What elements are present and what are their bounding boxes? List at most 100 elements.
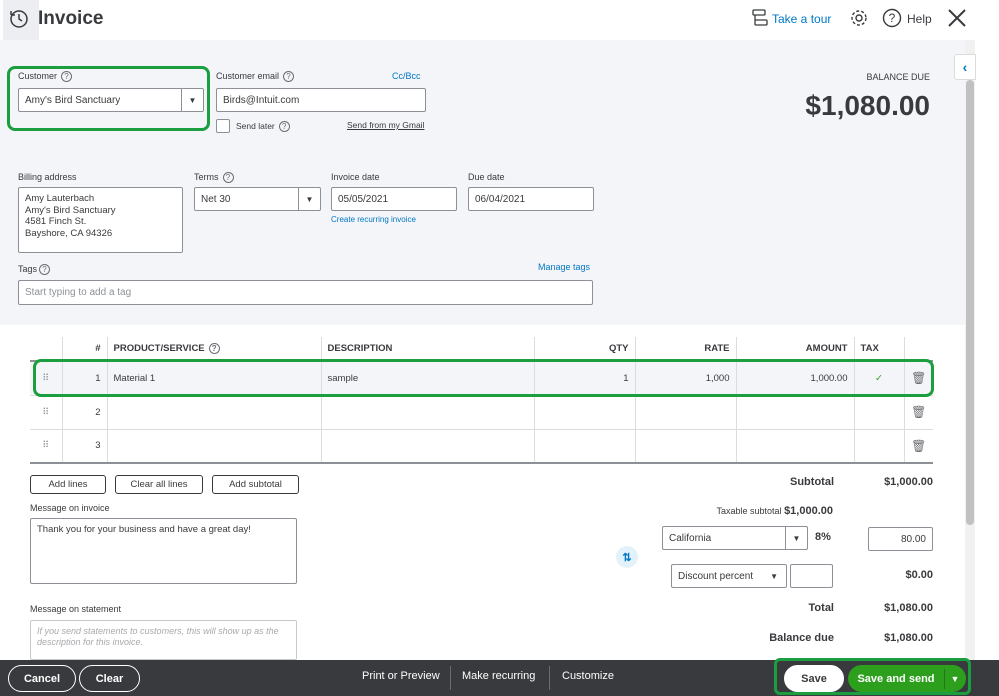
clear-all-lines-button[interactable]: Clear all lines: [115, 475, 203, 494]
message-invoice-field[interactable]: Thank you for your business and have a g…: [30, 518, 297, 584]
drag-col-header: [30, 337, 63, 362]
qty-cell[interactable]: [534, 395, 636, 430]
chevron-down-icon[interactable]: ▼: [785, 527, 807, 549]
take-a-tour-link[interactable]: Take a tour: [772, 12, 831, 26]
invoice-date-label: Invoice date: [331, 172, 380, 182]
total-label: Total: [808, 602, 834, 614]
chevron-down-icon[interactable]: ▼: [770, 572, 778, 581]
taxable-subtotal-label: Taxable subtotal: [716, 506, 782, 516]
header-bar: Invoice Take a tour ? Help: [0, 0, 999, 40]
email-label: Customer email: [216, 71, 280, 81]
invoice-date-field[interactable]: 05/05/2021: [331, 187, 457, 211]
save-and-send-button[interactable]: Save and send: [848, 673, 944, 685]
amount-cell[interactable]: [736, 395, 855, 430]
gear-icon[interactable]: [849, 8, 869, 28]
tax-cell[interactable]: [854, 395, 905, 430]
tax-rate-select[interactable]: California ▼: [662, 526, 808, 550]
tax-region-value: California: [669, 532, 712, 544]
add-subtotal-button[interactable]: Add subtotal: [212, 475, 299, 494]
tax-cell[interactable]: [854, 429, 905, 464]
tags-input[interactable]: Start typing to add a tag: [18, 280, 593, 305]
print-preview-link[interactable]: Print or Preview: [362, 670, 440, 682]
description-cell[interactable]: [321, 429, 535, 464]
table-row[interactable]: ⠿ 2 🗑: [30, 395, 933, 430]
amount-header: AMOUNT: [736, 337, 855, 362]
rate-cell[interactable]: [635, 395, 737, 430]
close-icon[interactable]: [947, 8, 967, 28]
qty-header: QTY: [534, 337, 636, 362]
table-row[interactable]: ⠿ 3 🗑: [30, 429, 933, 464]
help-icon[interactable]: ?: [882, 8, 902, 28]
invoice-date-value: 05/05/2021: [338, 193, 389, 205]
table-header-row: # PRODUCT/SERVICE? DESCRIPTION QTY RATE …: [30, 337, 933, 362]
email-field[interactable]: Birds@Intuit.com: [216, 88, 426, 112]
amount-cell[interactable]: [736, 429, 855, 464]
svg-text:?: ?: [889, 11, 896, 25]
send-gmail-link[interactable]: Send from my Gmail: [347, 120, 424, 130]
footer-divider: [450, 666, 451, 690]
message-statement-field[interactable]: If you send statements to customers, thi…: [30, 620, 297, 660]
send-later-help-icon[interactable]: ?: [278, 121, 290, 133]
save-and-send-group: Save and send ▼: [848, 665, 966, 692]
add-lines-button[interactable]: Add lines: [30, 475, 106, 494]
invoice-page: Invoice Take a tour ? Help ‹ Customer? A…: [0, 0, 999, 696]
ccbcc-link[interactable]: Cc/Bcc: [392, 71, 421, 81]
create-recurring-link[interactable]: Create recurring invoice: [331, 215, 416, 224]
tags-help-icon[interactable]: ?: [39, 264, 51, 276]
billing-address-field[interactable]: Amy Lauterbach Amy's Bird Sanctuary 4581…: [18, 187, 183, 253]
trash-icon[interactable]: 🗑: [904, 395, 933, 430]
taxable-subtotal-wrap: Taxable subtotal $1,000.00: [660, 505, 834, 517]
tax-header: TAX: [854, 337, 905, 362]
help-label[interactable]: Help: [907, 12, 932, 26]
subtotal-value: $1,000.00: [884, 476, 933, 488]
product-cell[interactable]: [107, 395, 322, 430]
subtotal-label: Subtotal: [790, 476, 834, 488]
due-date-field[interactable]: 06/04/2021: [468, 187, 594, 211]
message-statement-label: Message on statement: [30, 604, 122, 614]
send-later-checkbox[interactable]: [216, 119, 230, 133]
save-button[interactable]: Save: [784, 665, 844, 692]
chevron-down-icon[interactable]: ▼: [945, 674, 965, 684]
cancel-button[interactable]: Cancel: [8, 665, 76, 692]
discount-value-field[interactable]: [790, 564, 833, 588]
email-label-wrap: Customer email?: [216, 71, 295, 83]
scrollbar-thumb[interactable]: [966, 80, 974, 525]
make-recurring-link[interactable]: Make recurring: [462, 670, 535, 682]
manage-tags-link[interactable]: Manage tags: [538, 262, 590, 272]
terms-help-icon[interactable]: ?: [222, 172, 234, 184]
billing-line: Amy's Bird Sanctuary: [25, 204, 116, 216]
tags-placeholder: Start typing to add a tag: [25, 287, 132, 298]
collapse-panel-chevron-icon[interactable]: ‹: [954, 54, 976, 80]
clear-button[interactable]: Clear: [79, 665, 140, 692]
send-later-wrap: Send later?: [236, 121, 290, 133]
qty-cell[interactable]: [534, 429, 636, 464]
chevron-down-icon[interactable]: ▼: [298, 188, 320, 210]
num-header: #: [62, 337, 108, 362]
drag-handle-icon[interactable]: ⠿: [30, 395, 63, 430]
terms-label-wrap: Terms?: [194, 172, 234, 184]
product-cell[interactable]: [107, 429, 322, 464]
terms-select[interactable]: Net 30 ▼: [194, 187, 321, 211]
product-help-icon[interactable]: ?: [208, 342, 220, 354]
billing-label: Billing address: [18, 172, 77, 182]
balance-due-total-label: Balance due: [769, 632, 834, 644]
row-highlight: [33, 359, 934, 397]
recent-history-icon[interactable]: [9, 9, 29, 29]
terms-label: Terms: [194, 172, 219, 182]
product-header: PRODUCT/SERVICE: [113, 343, 205, 354]
line-items-table: # PRODUCT/SERVICE? DESCRIPTION QTY RATE …: [30, 337, 933, 464]
email-help-icon[interactable]: ?: [283, 71, 295, 83]
customize-link[interactable]: Customize: [562, 670, 614, 682]
page-title: Invoice: [38, 8, 104, 29]
description-cell[interactable]: [321, 395, 535, 430]
swap-tax-icon[interactable]: ⇅: [616, 546, 638, 568]
total-value: $1,080.00: [884, 602, 933, 614]
tax-amount-value: 80.00: [900, 533, 926, 545]
rate-cell[interactable]: [635, 429, 737, 464]
trash-icon[interactable]: 🗑: [904, 429, 933, 464]
discount-type-select[interactable]: Discount percent ▼: [671, 564, 787, 588]
drag-handle-icon[interactable]: ⠿: [30, 429, 63, 464]
row-num: 2: [62, 395, 108, 430]
send-later-label: Send later: [236, 121, 275, 131]
tax-amount-field[interactable]: 80.00: [868, 527, 933, 551]
